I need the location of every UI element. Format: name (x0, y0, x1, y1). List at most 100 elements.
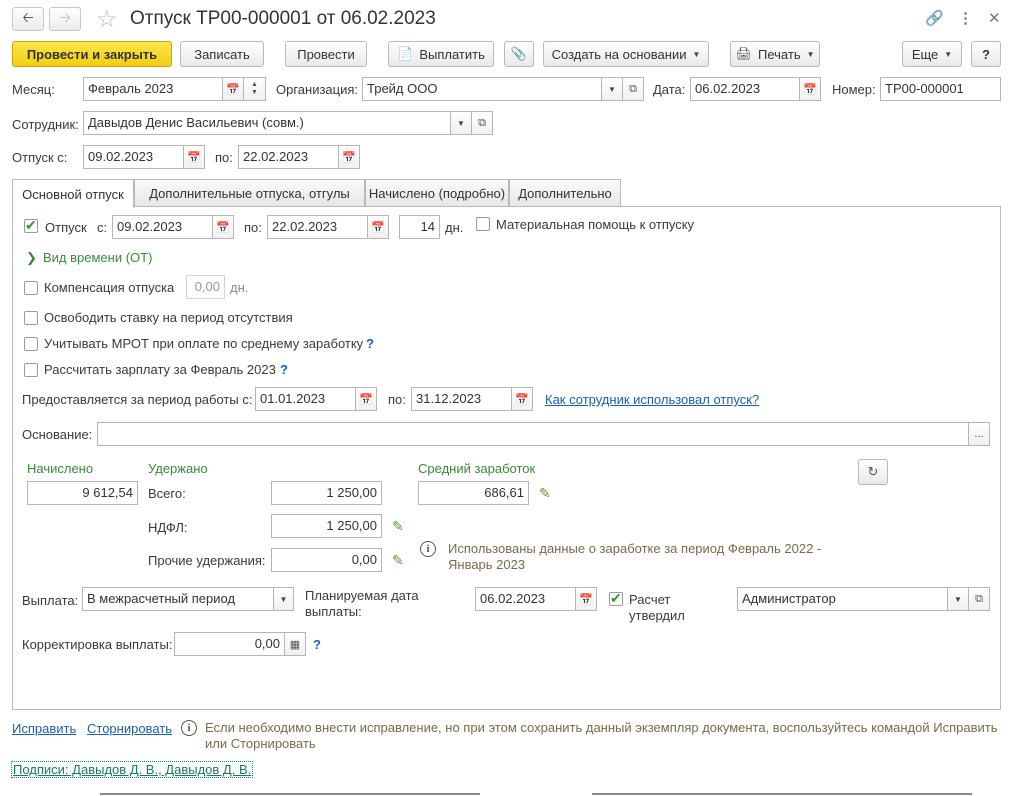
employee-open-button[interactable]: ⧉ (471, 111, 493, 135)
calculator-icon: ▦ (289, 638, 301, 651)
ndfl-field[interactable]: 1 250,00 (271, 514, 382, 538)
calculator-button[interactable]: ▦ (284, 632, 306, 656)
approver-open-button[interactable]: ⧉ (968, 587, 990, 611)
accrued-field[interactable]: 9 612,54 (27, 481, 138, 505)
calendar-button[interactable]: 📅 (338, 145, 360, 169)
save-button[interactable]: Записать (180, 41, 264, 67)
vacation-start-field[interactable]: 09.02.2023 (112, 215, 213, 239)
calc-salary-help-icon[interactable]: ? (280, 362, 288, 377)
pay-button[interactable]: 📄 Выплатить (388, 41, 494, 67)
correction-field[interactable]: 0,00 (174, 632, 285, 656)
close-icon[interactable]: ✕ (988, 9, 1001, 27)
chevron-right-icon[interactable]: ❯ (26, 250, 37, 266)
payment-field[interactable]: В межрасчетный период (82, 587, 274, 611)
mrot-checkbox[interactable] (24, 337, 38, 351)
basis-field[interactable] (97, 422, 969, 446)
attach-button[interactable]: 📎 (504, 41, 534, 67)
vacation-to-label: по: (244, 220, 262, 235)
calendar-icon: 📅 (579, 593, 593, 606)
tab-additional[interactable]: Дополнительно (509, 179, 621, 207)
organization-field[interactable]: Трейд ООО (362, 77, 602, 101)
date-field[interactable]: 06.02.2023 (690, 77, 800, 101)
pencil-icon[interactable]: ✎ (392, 552, 404, 569)
date-calendar-button[interactable]: 📅 (799, 77, 821, 101)
tab-main-vacation[interactable]: Основной отпуск (12, 179, 134, 208)
basis-select-button[interactable]: ... (968, 422, 990, 446)
mrot-label: Учитывать МРОТ при оплате по среднему за… (44, 336, 364, 351)
material-help-checkbox[interactable] (476, 217, 490, 231)
tab-accrued-detailed[interactable]: Начислено (подробно) (365, 179, 509, 207)
refresh-button[interactable]: ↻ (858, 459, 888, 485)
vacation-end-field[interactable]: 22.02.2023 (267, 215, 368, 239)
calendar-button[interactable]: 📅 (183, 145, 205, 169)
forward-button[interactable]: 🡢 (49, 7, 81, 31)
compensation-days-field[interactable]: 0,00 (186, 275, 225, 299)
calendar-button[interactable]: 📅 (575, 587, 597, 611)
avg-earnings-field[interactable]: 686,61 (418, 481, 529, 505)
calendar-button[interactable]: 📅 (222, 77, 244, 101)
paperclip-icon: 📎 (510, 46, 528, 61)
post-and-close-button[interactable]: Провести и закрыть (12, 41, 172, 67)
post-button[interactable]: Провести (285, 41, 367, 67)
signatures-link[interactable]: Подписи: Давыдов Д. В., Давыдов Д. В. (11, 761, 254, 778)
planned-date-field[interactable]: 06.02.2023 (475, 587, 576, 611)
fix-link[interactable]: Исправить (12, 721, 76, 736)
calendar-icon: 📅 (803, 83, 817, 96)
usage-link[interactable]: Как сотрудник использовал отпуск? (545, 392, 759, 407)
vacation-to-field[interactable]: 22.02.2023 (238, 145, 339, 169)
organization-dropdown[interactable]: ▼ (601, 77, 623, 101)
work-period-to-field[interactable]: 31.12.2023 (411, 387, 512, 411)
pencil-icon[interactable]: ✎ (539, 485, 551, 502)
calendar-button[interactable]: 📅 (511, 387, 533, 411)
employee-field[interactable]: Давыдов Денис Васильевич (совм.) (83, 111, 451, 135)
tab-additional-vacations[interactable]: Дополнительные отпуска, отгулы (134, 179, 365, 207)
more-vertical-icon[interactable]: ⋮ (958, 9, 973, 27)
correction-help-icon[interactable]: ? (313, 637, 321, 652)
month-field[interactable]: Февраль 2023 (83, 77, 223, 101)
approver-dropdown[interactable]: ▼ (947, 587, 969, 611)
days-field[interactable]: 14 (399, 215, 440, 239)
calendar-icon: 📅 (515, 393, 529, 406)
calendar-icon: 📅 (371, 221, 385, 234)
employee-dropdown[interactable]: ▼ (450, 111, 472, 135)
back-button[interactable]: 🡠 (12, 7, 44, 31)
print-button[interactable]: 🖨 Печать ▼ (730, 41, 820, 67)
total-field[interactable]: 1 250,00 (271, 481, 382, 505)
number-field[interactable]: ТР00-000001 (880, 77, 1001, 101)
create-based-button[interactable]: Создать на основании ▼ (543, 41, 709, 67)
planned-date-label: Планируемая дата выплаты: (305, 588, 419, 619)
other-withholdings-field[interactable]: 0,00 (271, 548, 382, 572)
free-rate-label: Освободить ставку на период отсутствия (44, 310, 293, 325)
vacation-to-label: по: (215, 150, 233, 165)
mrot-help-icon[interactable]: ? (366, 336, 374, 351)
payment-label: Выплата: (22, 593, 79, 608)
reverse-link[interactable]: Сторнировать (87, 721, 172, 736)
calendar-button[interactable]: 📅 (212, 215, 234, 239)
approved-checkbox[interactable] (609, 590, 623, 607)
compensation-unit: дн. (230, 280, 249, 295)
work-period-from-field[interactable]: 01.01.2023 (255, 387, 356, 411)
create-based-label: Создать на основании (551, 46, 687, 62)
organization-open-button[interactable]: ⧉ (622, 77, 644, 101)
approver-field[interactable]: Администратор (737, 587, 948, 611)
refresh-icon: ↻ (867, 464, 879, 479)
vacation-checkbox[interactable] (24, 217, 38, 234)
pay-icon: 📄 (397, 46, 414, 61)
link-icon[interactable]: 🔗 (925, 9, 944, 27)
free-rate-checkbox[interactable] (24, 311, 38, 325)
calendar-button[interactable]: 📅 (367, 215, 389, 239)
calendar-button[interactable]: 📅 (355, 387, 377, 411)
open-icon: ⧉ (478, 116, 486, 129)
time-kind-toggle[interactable]: Вид времени (ОТ) (43, 250, 152, 266)
stepper-down-icon: ▼ (251, 89, 258, 96)
chevron-down-icon: ▼ (692, 49, 701, 59)
help-button[interactable]: ? (971, 41, 1001, 67)
calc-salary-checkbox[interactable] (24, 363, 38, 377)
pencil-icon[interactable]: ✎ (392, 518, 404, 535)
star-icon[interactable]: ☆ (96, 5, 118, 34)
payment-dropdown[interactable]: ▼ (273, 587, 294, 611)
more-button[interactable]: Еще ▼ (902, 41, 962, 67)
compensation-checkbox[interactable] (24, 281, 38, 295)
vacation-from-field[interactable]: 09.02.2023 (83, 145, 184, 169)
month-stepper[interactable]: ▲ ▼ (243, 77, 266, 101)
